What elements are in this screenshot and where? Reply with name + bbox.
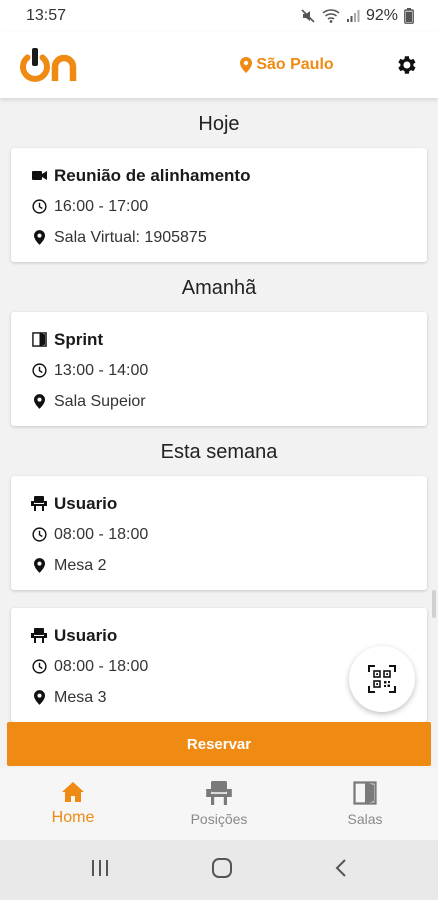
battery-icon [404, 8, 414, 24]
nav-item-home[interactable]: Home [0, 768, 146, 840]
location-pin-icon [240, 57, 253, 73]
section-title: Hoje [198, 113, 240, 135]
status-bar: 13:57 92% [0, 0, 438, 32]
system-navigation-bar [0, 840, 438, 900]
reservation-card[interactable]: Reunião de alinhamento 16:00 - 17:00 Sal… [11, 148, 427, 262]
card-title: Reunião de alinhamento [54, 165, 251, 185]
card-title: Usuario [54, 625, 118, 645]
bottom-navigation: Home Posições Salas [0, 768, 438, 840]
card-place: Sala Supeior [54, 392, 146, 410]
location-pin-icon [31, 230, 47, 246]
nav-item-posicoes[interactable]: Posições [146, 768, 292, 840]
reserve-button[interactable]: Reservar [7, 722, 431, 766]
location-pin-icon [31, 558, 47, 574]
card-place: Mesa 3 [54, 688, 107, 706]
scrollbar[interactable] [432, 590, 436, 618]
clock-icon [31, 527, 47, 543]
back-button[interactable] [334, 858, 348, 883]
card-time: 16:00 - 17:00 [54, 197, 149, 215]
mute-icon [300, 8, 316, 24]
nav-label: Home [51, 809, 95, 826]
back-arrow-icon [335, 858, 346, 877]
home-system-button[interactable] [211, 857, 233, 884]
settings-button[interactable] [392, 51, 420, 79]
qr-scan-button[interactable] [349, 646, 415, 712]
on-logo-icon [20, 48, 77, 82]
location-label: São Paulo [256, 56, 334, 73]
location-selector[interactable]: São Paulo [240, 56, 334, 74]
chair-icon [206, 781, 232, 805]
section-title: Esta semana [160, 441, 278, 463]
card-title: Sprint [54, 329, 104, 349]
status-time: 13:57 [26, 7, 67, 24]
card-time: 08:00 - 18:00 [54, 657, 149, 675]
reservation-card[interactable]: Sprint 13:00 - 14:00 Sala Supeior [11, 312, 427, 426]
recent-apps-icon [92, 859, 109, 876]
status-indicators: 92% [300, 7, 414, 25]
recent-apps-button[interactable] [90, 859, 110, 882]
card-title: Usuario [54, 493, 118, 513]
clock-icon [31, 363, 47, 379]
card-time: 08:00 - 18:00 [54, 525, 149, 543]
nav-label: Posições [190, 811, 248, 827]
clock-icon [31, 199, 47, 215]
reservations-list[interactable]: Hoje Reunião de alinhamento 16:00 - 17:0… [0, 98, 438, 722]
battery-level: 92% [365, 7, 398, 24]
card-place: Mesa 2 [54, 556, 107, 574]
section-title: Amanhã [181, 277, 257, 299]
home-icon [62, 782, 84, 802]
video-camera-icon [31, 168, 47, 184]
nav-item-salas[interactable]: Salas [292, 768, 438, 840]
wifi-icon [322, 8, 340, 24]
clock-icon [31, 659, 47, 675]
home-circle-icon [211, 857, 232, 878]
chair-icon [31, 496, 47, 512]
chair-icon [31, 628, 47, 644]
qr-code-icon [368, 665, 396, 693]
gear-icon [398, 56, 416, 74]
card-time: 13:00 - 14:00 [54, 361, 149, 379]
signal-icon [346, 9, 360, 23]
location-pin-icon [31, 394, 47, 410]
app-logo [18, 45, 82, 85]
app-bar: São Paulo [0, 32, 438, 98]
nav-label: Salas [347, 811, 383, 827]
card-place: Sala Virtual: 1905875 [54, 228, 207, 246]
door-icon [31, 332, 47, 348]
reservation-card[interactable]: Usuario 08:00 - 18:00 Mesa 2 [11, 476, 427, 590]
location-pin-icon [31, 690, 47, 706]
door-icon [353, 781, 377, 805]
